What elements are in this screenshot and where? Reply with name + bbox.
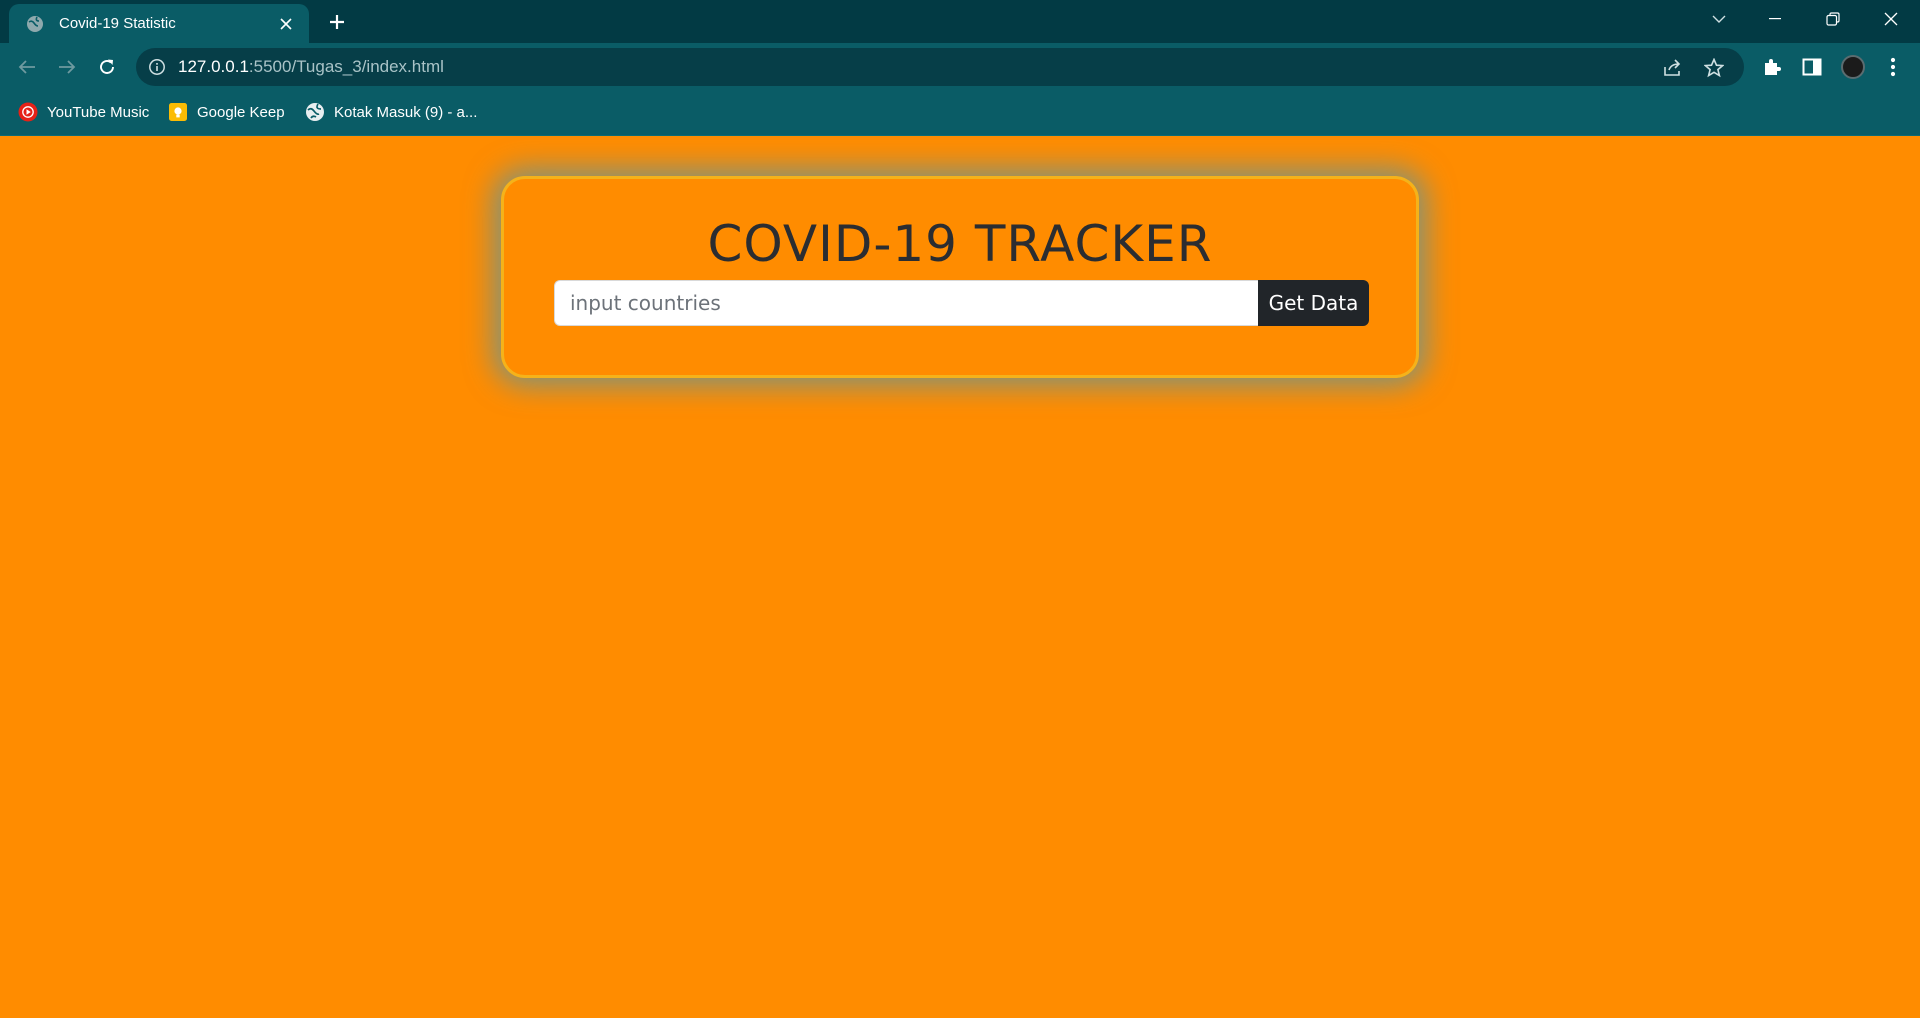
profile-avatar[interactable] xyxy=(1840,54,1866,80)
bookmark-google-keep[interactable]: Google Keep xyxy=(168,101,285,123)
tracker-card: COVID-19 TRACKER Get Data xyxy=(501,176,1419,378)
forward-button[interactable] xyxy=(53,53,81,81)
browser-tab[interactable]: Covid-19 Statistic xyxy=(9,4,309,43)
google-keep-icon xyxy=(168,102,188,122)
menu-kebab-icon[interactable] xyxy=(1880,54,1906,80)
bookmark-label: Kotak Masuk (9) - a... xyxy=(334,103,478,121)
side-panel-icon[interactable] xyxy=(1799,54,1825,80)
bookmark-kotak-masuk[interactable]: Kotak Masuk (9) - a... xyxy=(305,101,477,123)
close-tab-icon[interactable] xyxy=(275,13,297,35)
bookmark-label: YouTube Music xyxy=(47,103,150,121)
country-search-input[interactable] xyxy=(554,280,1258,326)
globe-icon xyxy=(25,14,45,34)
get-data-button[interactable]: Get Data xyxy=(1258,280,1369,326)
extensions-icon[interactable] xyxy=(1759,54,1785,80)
reload-button[interactable] xyxy=(93,53,121,81)
minimize-button[interactable] xyxy=(1748,0,1802,38)
url-text[interactable]: 127.0.0.1:5500/Tugas_3/index.html xyxy=(178,57,444,77)
restore-button[interactable] xyxy=(1806,0,1860,38)
youtube-music-icon xyxy=(18,102,38,122)
bookmark-youtube-music[interactable]: YouTube Music xyxy=(18,101,149,123)
share-icon[interactable] xyxy=(1662,57,1684,79)
close-window-button[interactable] xyxy=(1864,0,1918,38)
url-host: 127.0.0.1 xyxy=(178,57,249,76)
browser-titlebar: Covid-19 Statistic xyxy=(0,0,1920,43)
url-path: :5500/Tugas_3/index.html xyxy=(248,57,444,76)
bookmark-label: Google Keep xyxy=(197,103,285,121)
bookmarks-bar: YouTube Music Google Keep Kotak Masuk (9… xyxy=(0,90,1920,136)
tab-search-icon[interactable] xyxy=(1692,0,1746,38)
address-bar[interactable]: 127.0.0.1:5500/Tugas_3/index.html xyxy=(136,48,1744,86)
page-title: COVID-19 TRACKER xyxy=(707,215,1213,273)
globe-icon xyxy=(305,102,325,122)
tab-title: Covid-19 Statistic xyxy=(59,15,176,32)
back-button[interactable] xyxy=(13,53,41,81)
browser-toolbar: 127.0.0.1:5500/Tugas_3/index.html xyxy=(0,43,1920,90)
site-info-icon[interactable] xyxy=(148,58,166,76)
new-tab-button[interactable] xyxy=(322,9,352,35)
bookmark-star-icon[interactable] xyxy=(1703,57,1725,79)
